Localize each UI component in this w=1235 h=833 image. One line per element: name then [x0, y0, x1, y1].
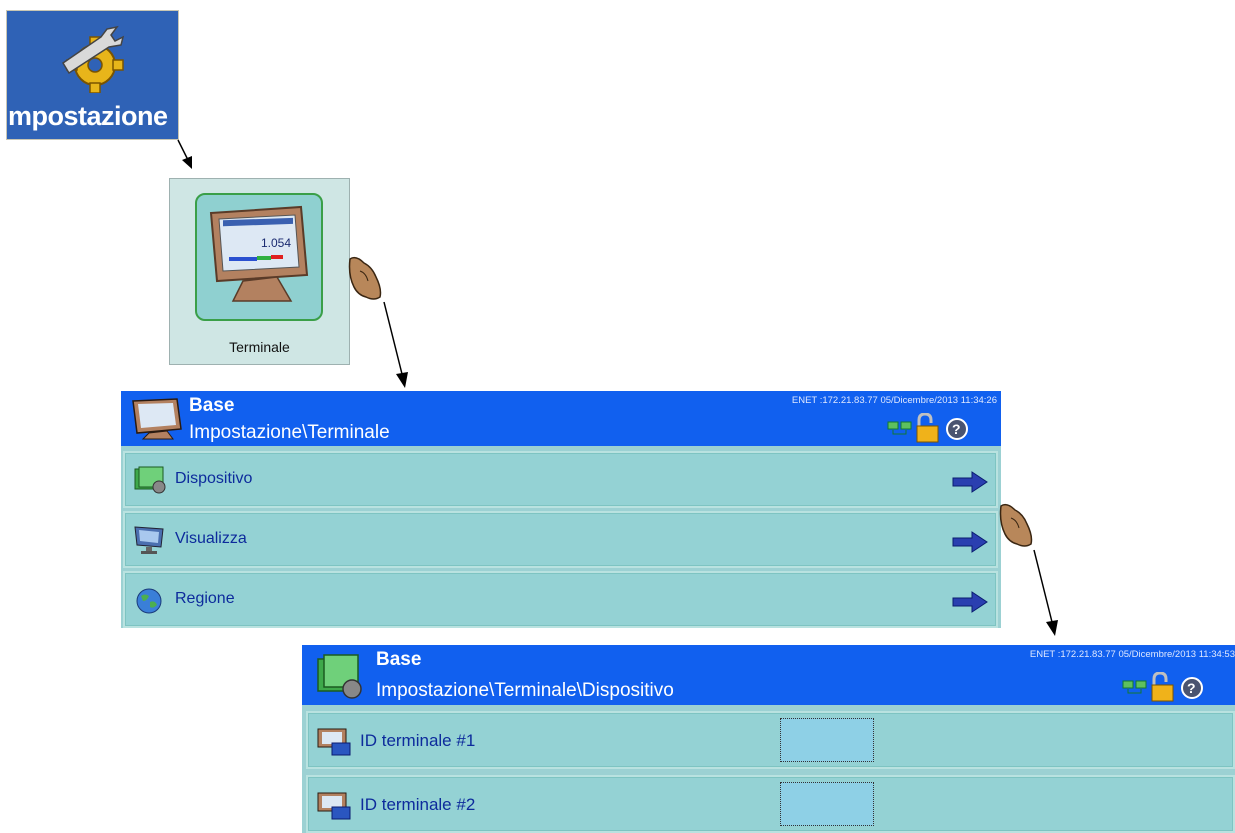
- device-icon: [317, 654, 362, 699]
- help-icon[interactable]: ?: [945, 417, 969, 441]
- menu-item-visualizza[interactable]: Visualizza: [123, 511, 998, 568]
- arrow-right-icon[interactable]: [952, 591, 988, 613]
- arrow-right-icon[interactable]: [952, 471, 988, 493]
- globe-icon: [136, 588, 162, 614]
- menu-item-label: Regione: [175, 590, 235, 607]
- terminal-tile-label: Terminale: [229, 339, 290, 355]
- terminal-screen-value: 1.054: [261, 236, 291, 250]
- terminal-id-icon: [317, 728, 351, 756]
- terminal-id-1-input[interactable]: [780, 718, 874, 762]
- svg-text:?: ?: [1187, 680, 1196, 696]
- network-icon: [887, 421, 912, 435]
- terminal-icon: 1.054: [209, 205, 309, 302]
- terminal-tile-frame: 1.054: [195, 193, 323, 321]
- settings-tile[interactable]: Impostazione: [6, 10, 179, 140]
- terminal-tile[interactable]: 1.054 Terminale: [169, 178, 350, 365]
- flow-arrow: [177, 139, 192, 169]
- help-icon[interactable]: ?: [1180, 676, 1204, 700]
- setting-row-terminal-id-2[interactable]: ID terminale #2: [306, 775, 1235, 833]
- network-icon: [1122, 680, 1147, 694]
- device-icon: [134, 466, 166, 494]
- status-info: ENET :172.21.83.77 05/Dicembre/2013 11:3…: [791, 395, 997, 406]
- hand-pointer-icon: [348, 256, 382, 300]
- terminal-icon: [132, 398, 182, 440]
- display-icon: [134, 526, 164, 554]
- setting-label: ID terminale #1: [360, 731, 476, 750]
- breadcrumb: Impostazione\Terminale\Dispositivo: [376, 680, 674, 701]
- screen-title: Base: [376, 649, 422, 670]
- screen-title: Base: [189, 395, 235, 416]
- setting-label: ID terminale #2: [360, 795, 476, 814]
- screen-header: Base Impostazione\Terminale\Dispositivo …: [302, 645, 1235, 705]
- menu-item-dispositivo[interactable]: Dispositivo: [123, 451, 998, 508]
- arrow-right-icon[interactable]: [952, 531, 988, 553]
- svg-text:?: ?: [952, 421, 961, 437]
- menu-item-label: Dispositivo: [175, 470, 253, 487]
- breadcrumb: Impostazione\Terminale: [189, 422, 390, 443]
- flow-arrow: [383, 301, 408, 388]
- gear-wrench-icon: [61, 25, 125, 93]
- terminal-id-2-input[interactable]: [780, 782, 874, 826]
- settings-tile-label: Impostazione: [6, 101, 168, 131]
- status-info: ENET :172.21.83.77 05/Dicembre/2013 11:3…: [1029, 649, 1235, 660]
- hand-pointer-icon: [999, 503, 1033, 547]
- terminal-id-icon: [317, 792, 351, 820]
- flow-arrow: [1033, 549, 1058, 636]
- unlocked-padlock-icon: [1151, 672, 1174, 702]
- menu-item-label: Visualizza: [175, 530, 247, 547]
- menu-item-regione[interactable]: Regione: [123, 571, 998, 628]
- unlocked-padlock-icon: [916, 413, 939, 443]
- setting-row-terminal-id-1[interactable]: ID terminale #1: [306, 711, 1235, 769]
- terminal-menu-screen: Base Impostazione\Terminale ENET :172.21…: [121, 391, 1001, 628]
- screen-header: Base Impostazione\Terminale ENET :172.21…: [121, 391, 1001, 446]
- device-settings-screen: Base Impostazione\Terminale\Dispositivo …: [302, 645, 1235, 833]
